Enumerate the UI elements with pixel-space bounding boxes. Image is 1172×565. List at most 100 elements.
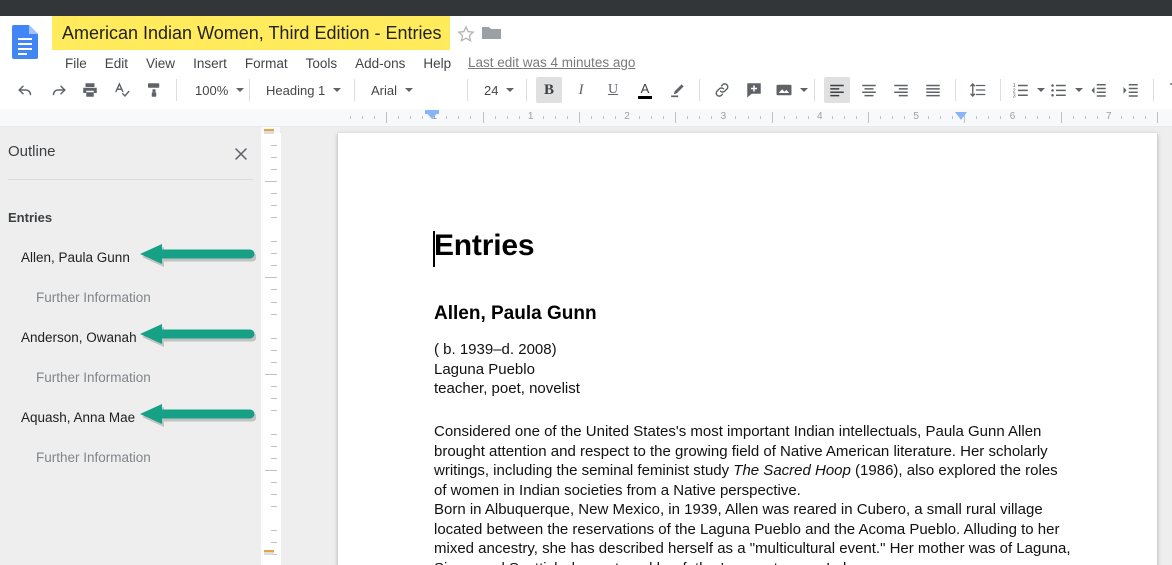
- vertical-ruler-tick: [265, 181, 277, 182]
- horizontal-ruler[interactable]: 11234567: [0, 109, 1172, 127]
- menu-item-tools[interactable]: Tools: [297, 56, 347, 71]
- close-icon[interactable]: [231, 144, 251, 164]
- zoom-dropdown[interactable]: 100%: [183, 77, 243, 103]
- toolbar-divider: [1000, 79, 1001, 101]
- vertical-ruler[interactable]: [261, 127, 281, 565]
- ruler-tick: [483, 112, 484, 123]
- ruler-tick: [350, 116, 351, 119]
- document-heading-2: Allen, Paula Gunn: [434, 303, 597, 325]
- menu-item-help[interactable]: Help: [414, 56, 460, 71]
- clear-formatting-icon[interactable]: [1163, 77, 1172, 103]
- chevron-down-icon: [800, 88, 808, 92]
- font-size-dropdown[interactable]: 24: [474, 77, 520, 103]
- ruler-tick: [1157, 112, 1158, 123]
- outline-item[interactable]: Aquash, Anna Mae: [0, 397, 261, 437]
- outline-item-label: Entries: [8, 210, 52, 225]
- ruler-tick: [386, 112, 387, 123]
- align-right-icon[interactable]: [888, 77, 914, 103]
- menu-item-add-ons[interactable]: Add-ons: [346, 56, 414, 71]
- redo-icon[interactable]: [45, 77, 71, 103]
- ruler-tick: [772, 112, 773, 123]
- insert-link-icon[interactable]: [709, 77, 735, 103]
- ruler-tick: [1145, 116, 1146, 119]
- text-color-button[interactable]: A: [632, 77, 658, 103]
- menu-item-view[interactable]: View: [137, 56, 184, 71]
- vertical-ruler-tick: [271, 494, 277, 495]
- font-dropdown[interactable]: Arial: [361, 77, 461, 103]
- document-title[interactable]: American Indian Women, Third Edition - E…: [52, 16, 450, 50]
- vertical-margin-marker[interactable]: [264, 129, 274, 134]
- undo-icon[interactable]: [13, 77, 39, 103]
- bulleted-list-dropdown[interactable]: [1045, 77, 1083, 103]
- paint-format-icon[interactable]: [141, 77, 167, 103]
- vertical-ruler-tick: [271, 265, 277, 266]
- align-center-icon[interactable]: [856, 77, 882, 103]
- ruler-tick: [1073, 116, 1074, 119]
- ruler-track[interactable]: 11234567: [338, 109, 1157, 126]
- folder-icon[interactable]: [482, 25, 501, 41]
- toolbar-divider: [699, 79, 700, 101]
- outline-item[interactable]: Entries: [0, 197, 261, 237]
- spellcheck-icon[interactable]: [109, 77, 135, 103]
- bold-button[interactable]: B: [536, 77, 562, 103]
- menu-item-file[interactable]: File: [56, 56, 96, 71]
- chevron-down-icon: [236, 88, 244, 92]
- outline-item[interactable]: Further Information: [0, 277, 261, 317]
- decrease-indent-icon[interactable]: [1086, 77, 1112, 103]
- entry-meta-line-tribe: Laguna Pueblo: [434, 360, 580, 380]
- vertical-ruler-tick: [271, 530, 277, 531]
- vertical-ruler-tick: [271, 314, 277, 315]
- ruler-tick: [976, 116, 977, 119]
- outline-item-label: Further Information: [36, 450, 151, 465]
- document-page[interactable]: Entries Allen, Paula Gunn ( b. 1939–d. 2…: [338, 133, 1157, 565]
- entry-metadata: ( b. 1939–d. 2008) Laguna Pueblo teacher…: [434, 340, 580, 399]
- right-indent-marker[interactable]: [955, 112, 967, 120]
- ruler-tick: [675, 112, 676, 123]
- highlight-pen-icon[interactable]: [664, 77, 690, 103]
- outline-item-label: Further Information: [36, 370, 151, 385]
- ruler-tick: [362, 116, 363, 119]
- vertical-ruler-tick: [271, 410, 277, 411]
- insert-image-dropdown[interactable]: [770, 77, 808, 103]
- document-canvas[interactable]: Entries Allen, Paula Gunn ( b. 1939–d. 2…: [281, 127, 1172, 565]
- google-docs-icon[interactable]: [12, 25, 38, 59]
- italic-button[interactable]: I: [568, 77, 594, 103]
- vertical-ruler-tick: [271, 542, 277, 543]
- vertical-ruler-tick: [265, 470, 277, 471]
- numbered-list-dropdown[interactable]: 1 2 3: [1007, 77, 1045, 103]
- vertical-ruler-tick: [271, 386, 277, 387]
- first-line-indent-marker[interactable]: [425, 110, 439, 114]
- align-left-icon[interactable]: [824, 77, 850, 103]
- underline-button[interactable]: U: [600, 77, 626, 103]
- outline-item[interactable]: Further Information: [0, 437, 261, 477]
- annotation-arrow-left: [140, 404, 256, 430]
- add-comment-icon[interactable]: [741, 77, 767, 103]
- menu-item-format[interactable]: Format: [236, 56, 297, 71]
- ruler-tick: [988, 116, 989, 119]
- ruler-tick: [639, 116, 640, 119]
- ruler-tick: [651, 116, 652, 119]
- outline-item[interactable]: Anderson, Owanah: [0, 317, 261, 357]
- vertical-margin-marker[interactable]: [264, 550, 274, 555]
- increase-indent-icon[interactable]: [1118, 77, 1144, 103]
- ruler-tick: [1025, 116, 1026, 119]
- star-icon[interactable]: [456, 24, 476, 44]
- ruler-tick: [1097, 116, 1098, 119]
- menu-item-insert[interactable]: Insert: [184, 56, 236, 71]
- document-paragraph-1: Considered one of the United States's mo…: [434, 422, 1072, 501]
- chevron-down-icon: [1075, 88, 1083, 92]
- svg-text:3: 3: [1013, 94, 1016, 100]
- ruler-tick: [398, 116, 399, 119]
- outline-item[interactable]: Allen, Paula Gunn: [0, 237, 261, 277]
- print-icon[interactable]: [77, 77, 103, 103]
- line-spacing-icon[interactable]: [965, 77, 991, 103]
- outline-item[interactable]: Further Information: [0, 357, 261, 397]
- paragraph-style-dropdown[interactable]: Heading 1: [256, 77, 348, 103]
- ruler-tick: [1133, 116, 1134, 119]
- toolbar-divider: [176, 79, 177, 101]
- zoom-value: 100%: [195, 83, 228, 98]
- align-justify-icon[interactable]: [920, 77, 946, 103]
- menu-item-edit[interactable]: Edit: [96, 56, 137, 71]
- ruler-tick: [543, 116, 544, 119]
- ruler-number: 5: [913, 111, 919, 122]
